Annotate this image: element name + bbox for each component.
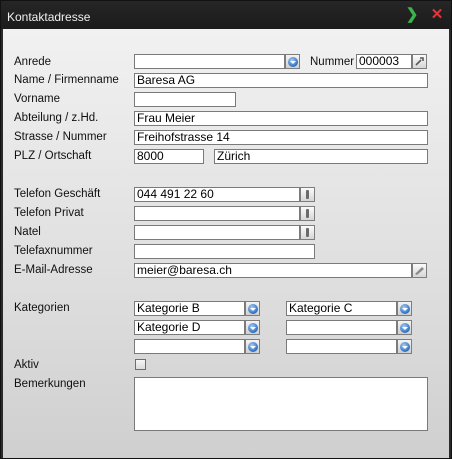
strasse-field[interactable]: Freihofstrasse 14 xyxy=(134,130,428,145)
tel-privat-label: Telefon Privat xyxy=(14,207,84,219)
vorname-field[interactable] xyxy=(134,92,236,107)
kategorie-3-select[interactable]: Kategorie D xyxy=(134,320,245,335)
chevron-down-icon xyxy=(247,322,258,333)
tel-geschaeft-dial-button[interactable] xyxy=(300,187,315,202)
close-icon[interactable]: ✕ xyxy=(429,7,445,23)
mail-icon xyxy=(415,267,424,275)
chevron-right-icon[interactable]: ❯ xyxy=(405,7,419,23)
wrench-icon xyxy=(415,57,424,66)
phone-icon xyxy=(306,209,309,218)
window-title: Kontaktadresse xyxy=(7,10,91,24)
kategorie-4-dropdown-button[interactable] xyxy=(397,320,412,335)
kategorie-3-dropdown-button[interactable] xyxy=(245,320,260,335)
ort-field[interactable]: Zürich xyxy=(214,149,428,164)
name-label: Name / Firmenname xyxy=(14,74,119,86)
plz-label: PLZ / Ortschaft xyxy=(14,150,92,162)
contact-address-window: Kontaktadresse ❯ ✕ Anrede Nummer 000003 … xyxy=(0,0,452,459)
chevron-down-icon xyxy=(247,341,258,352)
vorname-label: Vorname xyxy=(14,93,61,105)
kategorie-2-dropdown-button[interactable] xyxy=(397,301,412,316)
email-label: E-Mail-Adresse xyxy=(14,264,93,276)
plz-field[interactable]: 8000 xyxy=(134,149,204,164)
anrede-label: Anrede xyxy=(14,56,52,68)
nummer-lookup-button[interactable] xyxy=(412,54,427,69)
tel-geschaeft-label: Telefon Geschäft xyxy=(14,188,101,200)
title-bar: Kontaktadresse ❯ ✕ xyxy=(1,1,451,29)
aktiv-checkbox[interactable] xyxy=(135,359,146,370)
chevron-down-icon xyxy=(287,56,298,67)
form-panel: Anrede Nummer 000003 Name / Firmenname B… xyxy=(3,29,449,458)
tel-geschaeft-field[interactable]: 044 491 22 60 xyxy=(134,187,300,202)
abteilung-field[interactable]: Frau Meier xyxy=(134,111,428,126)
tel-privat-field[interactable] xyxy=(134,206,300,221)
fax-field[interactable] xyxy=(134,244,315,259)
kategorie-1-dropdown-button[interactable] xyxy=(245,301,260,316)
name-field[interactable]: Baresa AG xyxy=(134,73,428,88)
chevron-down-icon xyxy=(399,341,410,352)
email-field[interactable]: meier@baresa.ch xyxy=(134,263,412,278)
chevron-down-icon xyxy=(399,322,410,333)
kategorie-6-dropdown-button[interactable] xyxy=(397,339,412,354)
anrede-select[interactable] xyxy=(134,54,285,69)
fax-label: Telefaxnummer xyxy=(14,245,93,257)
natel-dial-button[interactable] xyxy=(300,225,315,240)
chevron-down-icon xyxy=(399,303,410,314)
kategorien-label: Kategorien xyxy=(14,302,70,314)
anrede-dropdown-button[interactable] xyxy=(285,54,300,69)
kategorie-6-select[interactable] xyxy=(286,339,397,354)
kategorie-1-select[interactable]: Kategorie B xyxy=(134,301,245,316)
email-send-button[interactable] xyxy=(412,263,427,278)
kategorie-4-select[interactable] xyxy=(286,320,397,335)
kategorie-5-dropdown-button[interactable] xyxy=(245,339,260,354)
kategorie-5-select[interactable] xyxy=(134,339,245,354)
nummer-label: Nummer xyxy=(310,56,355,68)
chevron-down-icon xyxy=(247,303,258,314)
bemerkungen-textarea[interactable] xyxy=(134,377,428,431)
strasse-label: Strasse / Nummer xyxy=(14,131,107,143)
tel-privat-dial-button[interactable] xyxy=(300,206,315,221)
bemerkungen-label: Bemerkungen xyxy=(14,378,86,390)
aktiv-label: Aktiv xyxy=(14,359,39,371)
phone-icon xyxy=(306,228,309,237)
kategorie-2-select[interactable]: Kategorie C xyxy=(286,301,397,316)
phone-icon xyxy=(306,190,309,199)
natel-field[interactable] xyxy=(134,225,300,240)
natel-label: Natel xyxy=(14,226,41,238)
nummer-field[interactable]: 000003 xyxy=(356,54,412,69)
abteilung-label: Abteilung / z.Hd. xyxy=(14,112,99,124)
